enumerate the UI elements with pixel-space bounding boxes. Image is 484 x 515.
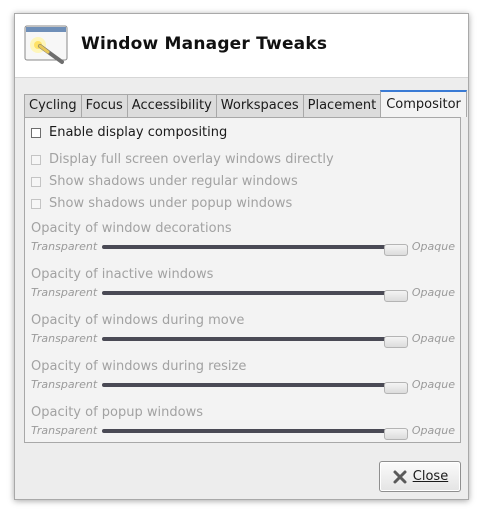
enable-compositing-checkbox[interactable]: [31, 127, 41, 138]
move-opacity-label: Opacity of windows during move: [31, 313, 245, 328]
close-button[interactable]: Close: [379, 461, 461, 492]
resize-opacity-label: Opacity of windows during resize: [31, 359, 247, 374]
popup-opacity-slider: Transparent Opaque: [31, 424, 455, 440]
dialog-title: Window Manager Tweaks: [81, 34, 328, 54]
slider-max-label: Opaque: [411, 378, 455, 391]
decorations-opacity-label: Opacity of window decorations: [31, 221, 232, 236]
close-button-label: Close: [412, 469, 449, 484]
fullscreen-overlay-row: Display full screen overlay windows dire…: [31, 152, 334, 167]
shadows-popup-row: Show shadows under popup windows: [31, 196, 292, 211]
slider-track: [102, 428, 408, 440]
decorations-opacity-slider: Transparent Opaque: [31, 240, 455, 256]
close-x-icon: [393, 470, 407, 483]
tab-accessibility[interactable]: Accessibility: [126, 94, 217, 117]
inactive-opacity-label: Opacity of inactive windows: [31, 267, 214, 282]
slider-min-label: Transparent: [31, 286, 98, 299]
slider-handle: [384, 382, 408, 394]
compositor-panel: Enable display compositing Display full …: [24, 117, 461, 443]
slider-track: [102, 382, 408, 394]
tab-bar: Cycling Focus Accessibility Workspaces P…: [24, 90, 467, 117]
popup-opacity-label: Opacity of popup windows: [31, 405, 203, 420]
slider-min-label: Transparent: [31, 424, 98, 437]
slider-max-label: Opaque: [411, 332, 455, 345]
slider-handle: [384, 336, 408, 348]
settings-window: Window Manager Tweaks Cycling Focus Acce…: [14, 13, 469, 500]
shadows-regular-row: Show shadows under regular windows: [31, 174, 298, 189]
tab-focus[interactable]: Focus: [80, 94, 128, 117]
slider-handle: [384, 244, 408, 256]
dialog-header: Window Manager Tweaks: [15, 14, 468, 78]
tab-cycling[interactable]: Cycling: [24, 94, 82, 117]
tab-compositor[interactable]: Compositor: [380, 90, 467, 117]
move-opacity-slider: Transparent Opaque: [31, 332, 455, 348]
shadows-regular-checkbox: [31, 176, 41, 187]
slider-max-label: Opaque: [411, 240, 455, 253]
slider-handle: [384, 290, 408, 302]
slider-track: [102, 336, 408, 348]
shadows-popup-checkbox: [31, 198, 41, 209]
shadows-popup-label: Show shadows under popup windows: [49, 196, 293, 211]
fullscreen-overlay-checkbox: [31, 154, 41, 165]
tab-placement[interactable]: Placement: [302, 94, 382, 117]
slider-min-label: Transparent: [31, 332, 98, 345]
slider-min-label: Transparent: [31, 378, 98, 391]
resize-opacity-slider: Transparent Opaque: [31, 378, 455, 394]
slider-min-label: Transparent: [31, 240, 98, 253]
slider-handle: [384, 428, 408, 440]
fullscreen-overlay-label: Display full screen overlay windows dire…: [49, 152, 334, 167]
slider-track: [102, 290, 408, 302]
enable-compositing-row[interactable]: Enable display compositing: [31, 125, 227, 140]
enable-compositing-label: Enable display compositing: [49, 125, 228, 140]
slider-max-label: Opaque: [411, 286, 455, 299]
shadows-regular-label: Show shadows under regular windows: [49, 174, 298, 189]
slider-max-label: Opaque: [411, 424, 455, 437]
tweaks-app-icon: [24, 25, 68, 64]
inactive-opacity-slider: Transparent Opaque: [31, 286, 455, 302]
tab-workspaces[interactable]: Workspaces: [215, 94, 304, 117]
slider-track: [102, 244, 408, 256]
